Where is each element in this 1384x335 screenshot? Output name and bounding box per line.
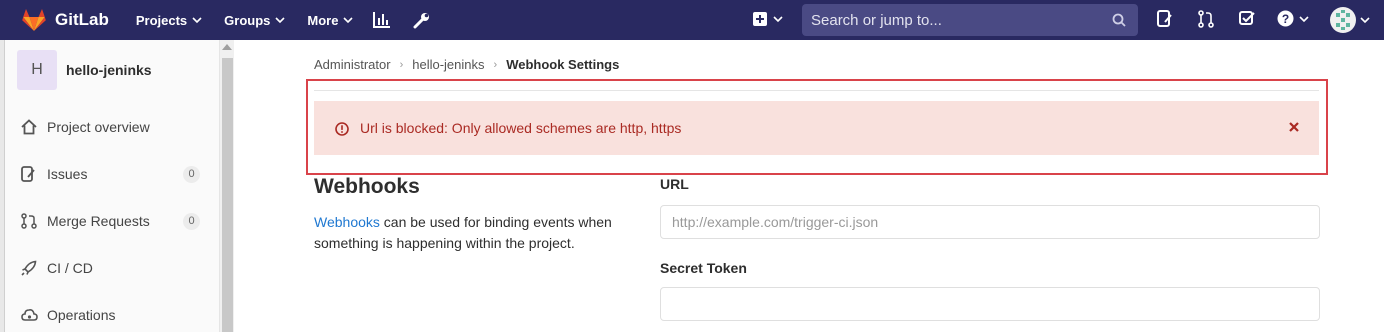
- chevron-right-icon: ›: [493, 58, 498, 71]
- project-sidebar: H hello-jeninks Project overview Issues …: [5, 40, 220, 332]
- project-name: hello-jeninks: [66, 62, 152, 78]
- url-input[interactable]: [660, 205, 1320, 239]
- nav-projects-dropdown[interactable]: Projects: [136, 13, 202, 28]
- search-input[interactable]: [811, 11, 1101, 29]
- user-avatar: [1330, 7, 1356, 33]
- merge-request-icon: [1198, 10, 1214, 28]
- webhooks-docs-link[interactable]: Webhooks: [314, 214, 380, 230]
- breadcrumb: Administrator › hello-jeninks › Webhook …: [314, 57, 619, 72]
- project-avatar: H: [17, 50, 57, 90]
- activity-chart-button[interactable]: [373, 12, 391, 28]
- sidebar-item-project-overview[interactable]: Project overview: [5, 107, 220, 147]
- home-icon: [21, 119, 37, 135]
- scroll-up-arrow-icon[interactable]: [222, 44, 232, 50]
- nav-more-dropdown[interactable]: More: [307, 12, 354, 28]
- gitlab-logo-icon: [22, 9, 46, 31]
- sidebar-item-label: CI / CD: [47, 260, 93, 276]
- url-field-label: URL: [660, 176, 689, 192]
- merge-requests-button[interactable]: [1198, 10, 1214, 28]
- search-box[interactable]: [802, 4, 1138, 36]
- todos-button[interactable]: [1239, 10, 1255, 26]
- nav-groups-dropdown[interactable]: Groups: [224, 13, 285, 28]
- sidebar-item-ci-cd[interactable]: CI / CD: [5, 248, 220, 288]
- chevron-down-icon: [343, 17, 354, 24]
- issues-icon: [1157, 10, 1172, 27]
- merge-request-icon: [21, 213, 37, 229]
- breadcrumb-link-project[interactable]: hello-jeninks: [412, 57, 484, 72]
- nav-projects-label: Projects: [135, 12, 188, 28]
- sidebar-item-operations[interactable]: Operations: [5, 295, 220, 335]
- highlight-annotation-box: [306, 79, 1328, 175]
- sidebar-item-label: Merge Requests: [47, 213, 150, 229]
- help-dropdown[interactable]: ?: [1277, 10, 1309, 27]
- webhooks-section-title: Webhooks: [314, 175, 420, 198]
- plus-square-icon: [753, 12, 767, 26]
- chevron-down-icon: [275, 17, 285, 24]
- rocket-icon: [21, 260, 37, 276]
- chevron-down-icon: [773, 16, 783, 23]
- bar-chart-icon: [373, 12, 391, 28]
- secret-token-input[interactable]: [660, 287, 1320, 321]
- user-menu-dropdown[interactable]: [1330, 7, 1370, 33]
- help-icon: ?: [1277, 10, 1294, 27]
- chevron-right-icon: ›: [399, 58, 404, 71]
- sidebar-item-label: Operations: [47, 307, 116, 323]
- webhooks-section-description: Webhooks can be used for binding events …: [314, 212, 634, 254]
- gitlab-home-link[interactable]: GitLab: [22, 9, 109, 31]
- merge-requests-count-badge: 0: [183, 212, 200, 230]
- admin-area-button[interactable]: [413, 12, 430, 29]
- chevron-down-icon: [192, 17, 202, 24]
- chevron-down-icon: [1360, 17, 1370, 24]
- secret-token-label: Secret Token: [660, 260, 747, 276]
- breadcrumb-link-administrator[interactable]: Administrator: [314, 57, 391, 72]
- breadcrumb-current[interactable]: Webhook Settings: [506, 57, 619, 72]
- brand-name: GitLab: [55, 10, 109, 29]
- sidebar-item-label: Issues: [47, 166, 88, 182]
- search-icon: [1112, 13, 1126, 27]
- todo-checkbox-icon: [1239, 11, 1255, 25]
- cloud-gear-icon: [21, 309, 38, 321]
- top-navbar: GitLab Projects Groups More Search or ju…: [0, 0, 1384, 40]
- issues-count-badge: 0: [183, 165, 200, 183]
- sidebar-project-header[interactable]: H hello-jeninks: [17, 50, 152, 90]
- chevron-down-icon: [1299, 15, 1309, 22]
- sidebar-item-merge-requests[interactable]: Merge Requests 0: [5, 201, 220, 241]
- issues-icon: [21, 166, 35, 182]
- nav-more-label: More: [307, 12, 339, 28]
- wrench-icon: [413, 12, 430, 28]
- svg-text:?: ?: [1282, 12, 1289, 26]
- nav-groups-label: Groups: [224, 12, 271, 28]
- sidebar-scrollbar-thumb[interactable]: [222, 58, 233, 332]
- new-item-dropdown[interactable]: [752, 11, 783, 27]
- sidebar-item-issues[interactable]: Issues 0: [5, 154, 220, 194]
- todos-issues-button[interactable]: [1157, 10, 1173, 28]
- sidebar-item-label: Project overview: [47, 119, 150, 135]
